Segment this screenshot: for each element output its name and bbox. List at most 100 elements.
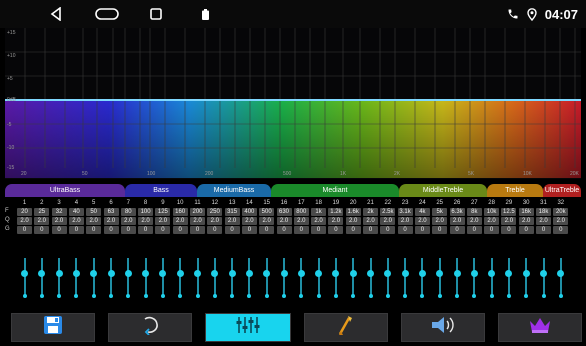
band-frequency[interactable]: 2.5k — [380, 208, 396, 216]
band-q-value[interactable]: 2.0 — [345, 217, 361, 225]
band-q-value[interactable]: 2.0 — [259, 217, 275, 225]
band-frequency[interactable]: 10k — [484, 208, 500, 216]
band-frequency[interactable]: 20k — [553, 208, 569, 216]
band-frequency[interactable]: 1k — [311, 208, 327, 216]
sound-field-button[interactable] — [304, 313, 388, 342]
slider-knob[interactable] — [557, 270, 565, 277]
slider-track[interactable] — [265, 258, 268, 296]
band-gain-value[interactable]: 0 — [293, 226, 309, 234]
slider-track[interactable] — [542, 258, 545, 296]
band-frequency[interactable]: 25 — [34, 208, 50, 216]
band-gain-value[interactable]: 0 — [276, 226, 292, 234]
band-gain-value[interactable]: 0 — [172, 226, 188, 234]
band-gain-value[interactable]: 0 — [414, 226, 430, 234]
slider-knob[interactable] — [263, 270, 271, 277]
slider-knob[interactable] — [367, 270, 374, 277]
band-frequency[interactable]: 100 — [138, 208, 154, 216]
band-q-value[interactable]: 2.0 — [155, 217, 171, 225]
band-frequency[interactable]: 80 — [120, 208, 136, 216]
slider-track[interactable] — [179, 258, 182, 296]
band-frequency[interactable]: 500 — [259, 208, 275, 216]
slider-track[interactable] — [317, 258, 320, 296]
band-q-value[interactable]: 2.0 — [34, 217, 50, 225]
band-frequency[interactable]: 3.1k — [397, 208, 413, 216]
slider-knob[interactable] — [107, 270, 115, 277]
band-q-value[interactable]: 2.0 — [138, 217, 154, 225]
band-gain-value[interactable]: 0 — [155, 226, 171, 234]
band-frequency[interactable]: 2k — [363, 208, 378, 216]
band-gain-value[interactable]: 0 — [259, 226, 275, 234]
slider-track[interactable] — [404, 258, 407, 296]
slider-track[interactable] — [421, 258, 424, 296]
band-gain-value[interactable]: 0 — [345, 226, 361, 234]
band-q-value[interactable]: 2.0 — [432, 217, 448, 225]
slider-track[interactable] — [161, 258, 164, 296]
slider-knob[interactable] — [384, 270, 392, 277]
band-gain-value[interactable]: 0 — [432, 226, 448, 234]
band-q-value[interactable]: 2.0 — [276, 217, 292, 225]
band-gain-value[interactable]: 0 — [553, 226, 569, 234]
band-tab-mediumbass[interactable]: MediumBass — [197, 184, 271, 197]
band-frequency[interactable]: 63 — [103, 208, 119, 216]
band-tab-treble[interactable]: Treble — [487, 184, 543, 197]
band-gain-value[interactable]: 0 — [241, 226, 257, 234]
slider-track[interactable] — [127, 258, 130, 296]
band-frequency[interactable]: 50 — [86, 208, 102, 216]
band-frequency[interactable]: 1.2k — [328, 208, 344, 216]
slider-knob[interactable] — [176, 270, 184, 277]
band-frequency[interactable]: 5k — [432, 208, 448, 216]
slider-knob[interactable] — [297, 270, 305, 277]
slider-track[interactable] — [438, 258, 441, 296]
slider-track[interactable] — [196, 258, 199, 296]
band-q-value[interactable]: 2.0 — [51, 217, 67, 225]
premium-button[interactable] — [498, 313, 582, 342]
band-gain-value[interactable]: 0 — [138, 226, 154, 234]
slider-track[interactable] — [92, 258, 95, 296]
slider-knob[interactable] — [228, 270, 236, 277]
band-frequency[interactable]: 6.3k — [449, 208, 465, 216]
slider-knob[interactable] — [194, 270, 201, 277]
band-q-value[interactable]: 2.0 — [397, 217, 413, 225]
band-frequency[interactable]: 18k — [536, 208, 551, 216]
band-gain-value[interactable]: 0 — [536, 226, 551, 234]
band-gain-value[interactable]: 0 — [68, 226, 84, 234]
slider-track[interactable] — [23, 258, 26, 296]
band-gain-value[interactable]: 0 — [363, 226, 378, 234]
band-q-value[interactable]: 2.0 — [380, 217, 396, 225]
band-q-value[interactable]: 2.0 — [518, 217, 534, 225]
band-gain-value[interactable]: 0 — [51, 226, 67, 234]
band-tab-middletreble[interactable]: MiddleTreble — [399, 184, 487, 197]
slider-track[interactable] — [58, 258, 61, 296]
band-tab-ultratreble[interactable]: UltraTreble — [543, 184, 581, 197]
band-gain-value[interactable]: 0 — [103, 226, 119, 234]
slider-track[interactable] — [75, 258, 78, 296]
band-frequency[interactable]: 315 — [224, 208, 240, 216]
save-button[interactable] — [11, 313, 95, 342]
band-q-value[interactable]: 2.0 — [120, 217, 136, 225]
band-gain-value[interactable]: 0 — [207, 226, 223, 234]
slider-track[interactable] — [300, 258, 303, 296]
slider-knob[interactable] — [332, 270, 340, 277]
band-frequency[interactable]: 40 — [68, 208, 84, 216]
slider-knob[interactable] — [470, 270, 478, 277]
slider-track[interactable] — [525, 258, 528, 296]
slider-knob[interactable] — [159, 270, 167, 277]
equalizer-button[interactable] — [205, 313, 291, 342]
speaker-button[interactable] — [401, 313, 485, 342]
band-q-value[interactable]: 2.0 — [501, 217, 517, 225]
slider-track[interactable] — [352, 258, 355, 296]
slider-knob[interactable] — [401, 270, 409, 277]
band-gain-value[interactable]: 0 — [328, 226, 344, 234]
band-gain-value[interactable]: 0 — [120, 226, 136, 234]
band-gain-value[interactable]: 0 — [484, 226, 500, 234]
slider-knob[interactable] — [280, 270, 288, 277]
slider-track[interactable] — [507, 258, 510, 296]
back-icon[interactable] — [49, 6, 63, 22]
band-frequency[interactable]: 20 — [17, 208, 32, 216]
band-tab-bass[interactable]: Bass — [125, 184, 197, 197]
recents-icon[interactable] — [149, 6, 163, 22]
band-q-value[interactable]: 2.0 — [241, 217, 257, 225]
band-frequency[interactable]: 125 — [155, 208, 171, 216]
band-gain-value[interactable]: 0 — [311, 226, 327, 234]
band-q-value[interactable]: 2.0 — [293, 217, 309, 225]
